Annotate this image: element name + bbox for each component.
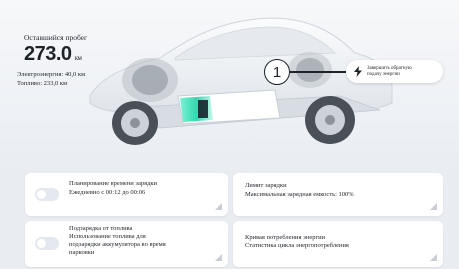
callout-leader-line bbox=[290, 71, 346, 73]
energy-curve-title: Кривая потребления энергии bbox=[245, 234, 326, 241]
charging-limit-card[interactable]: Лимит зарядки Максимальная зарядная емко… bbox=[233, 173, 443, 216]
corner-arrow-icon bbox=[430, 203, 437, 210]
corner-arrow-icon bbox=[215, 254, 222, 261]
charging-schedule-subtitle: Ежедневно с 00:12 до 00:06 bbox=[69, 189, 146, 196]
corner-arrow-icon bbox=[430, 254, 437, 261]
charging-schedule-card[interactable]: Планирование времени зарядки Ежедневно с… bbox=[25, 173, 228, 216]
charging-schedule-toggle[interactable] bbox=[35, 188, 59, 201]
fuel-charging-card[interactable]: Подзарядка от топлива Использование топл… bbox=[25, 221, 228, 267]
fuel-charging-title: Подзарядка от топлива bbox=[69, 225, 133, 232]
remaining-range-title: Оставшийся пробег bbox=[24, 33, 88, 42]
fuel-charging-desc-2: подзарядки аккумулятора во время bbox=[69, 241, 166, 248]
charging-limit-title: Лимит зарядки bbox=[245, 182, 287, 189]
charging-limit-subtitle: Максимальная зарядная емкость: 100% bbox=[245, 191, 354, 198]
vehicle-hero-area: Оставшийся пробег 273.0 км Электроэнергия… bbox=[0, 0, 459, 175]
energy-curve-card[interactable]: Кривая потребления энергии Статистика ци… bbox=[233, 221, 443, 267]
remaining-range-value: 273.0 км bbox=[24, 43, 82, 66]
range-number: 273.0 bbox=[24, 43, 72, 65]
corner-arrow-icon bbox=[215, 203, 222, 210]
charging-schedule-title: Планирование времени зарядки bbox=[69, 180, 158, 187]
energy-curve-subtitle: Статистика цикла энергопотребления bbox=[245, 242, 349, 249]
fuel-charging-toggle[interactable] bbox=[35, 237, 59, 250]
electric-range: Электроэнергия: 40,0 км bbox=[17, 71, 86, 78]
lightning-bolt-icon bbox=[354, 66, 362, 77]
stop-reverse-charging-button[interactable]: Завершить обратную подачу энергии bbox=[346, 60, 443, 83]
fuel-charging-desc-3: парковки bbox=[69, 249, 95, 256]
stop-reverse-charging-label: Завершить обратную подачу энергии bbox=[367, 65, 412, 77]
callout-number-badge: 1 bbox=[264, 59, 290, 85]
range-unit: км bbox=[74, 54, 82, 62]
car-illustration bbox=[89, 17, 393, 145]
fuel-range: Топливо: 233,0 км bbox=[17, 80, 68, 87]
fuel-charging-desc-1: Использование топлива для bbox=[69, 233, 146, 240]
